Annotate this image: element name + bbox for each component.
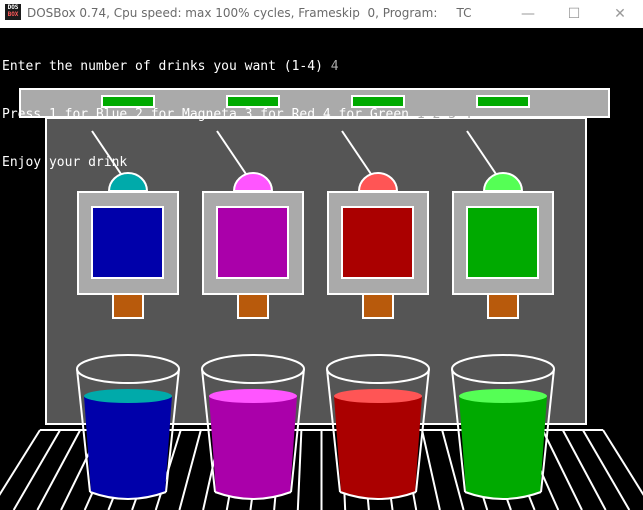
floor-stripe <box>541 429 583 510</box>
console-line-1: Enter the number of drinks you want (1-4… <box>2 59 472 75</box>
cup-liquid-surface <box>459 389 547 403</box>
window-title: DOSBox 0.74, Cpu speed: max 100% cycles,… <box>27 6 472 20</box>
floor-stripe <box>421 429 441 510</box>
minimize-button[interactable]: — <box>505 0 551 28</box>
floor-stripe <box>582 429 631 510</box>
cup-liquid <box>459 396 547 499</box>
icon-label-top: DOS <box>7 4 19 11</box>
floor-stripe <box>296 429 303 510</box>
cup-liquid-surface <box>84 389 172 403</box>
dispenser-nozzle <box>362 293 394 319</box>
drink-choice-prompt: Press 1 for Blue 2 for Magneta 3 for Red… <box>2 107 417 122</box>
drinks-count-input: 4 <box>330 59 339 74</box>
floor-stripe <box>561 429 607 510</box>
icon-label-bottom: BOX <box>7 11 19 18</box>
console-output: Enter the number of drinks you want (1-4… <box>2 28 472 203</box>
dispenser-window <box>341 206 414 279</box>
dispenser-nozzle <box>487 293 519 319</box>
floor-stripe <box>12 429 61 510</box>
dispenser-window <box>91 206 164 279</box>
cup-liquid-surface <box>209 389 297 403</box>
dos-screen[interactable]: Enter the number of drinks you want (1-4… <box>0 28 643 510</box>
window-titlebar[interactable]: DOS BOX DOSBox 0.74, Cpu speed: max 100%… <box>0 0 643 28</box>
floor-stripe <box>178 429 202 510</box>
dispenser-window <box>466 206 539 279</box>
indicator-light <box>476 95 530 108</box>
drinks-count-prompt: Enter the number of drinks you want (1-4… <box>2 59 331 74</box>
dispenser-window <box>216 206 289 279</box>
dispenser-nozzle <box>237 293 269 319</box>
console-line-3: Enjoy your drink <box>2 155 128 170</box>
cup-liquid <box>334 396 422 499</box>
cup-liquid-surface <box>334 389 422 403</box>
floor-stripe <box>36 429 82 510</box>
dispenser-nozzle <box>112 293 144 319</box>
drink-choice-input: 1 2 3 4 <box>416 107 472 122</box>
console-line-2: Press 1 for Blue 2 for Magneta 3 for Red… <box>2 107 472 123</box>
maximize-button[interactable]: ☐ <box>551 0 597 28</box>
cup-liquid <box>84 396 172 499</box>
cup-liquid <box>209 396 297 499</box>
close-button[interactable]: ✕ <box>597 0 643 28</box>
dosbox-app-icon[interactable]: DOS BOX <box>5 4 21 20</box>
